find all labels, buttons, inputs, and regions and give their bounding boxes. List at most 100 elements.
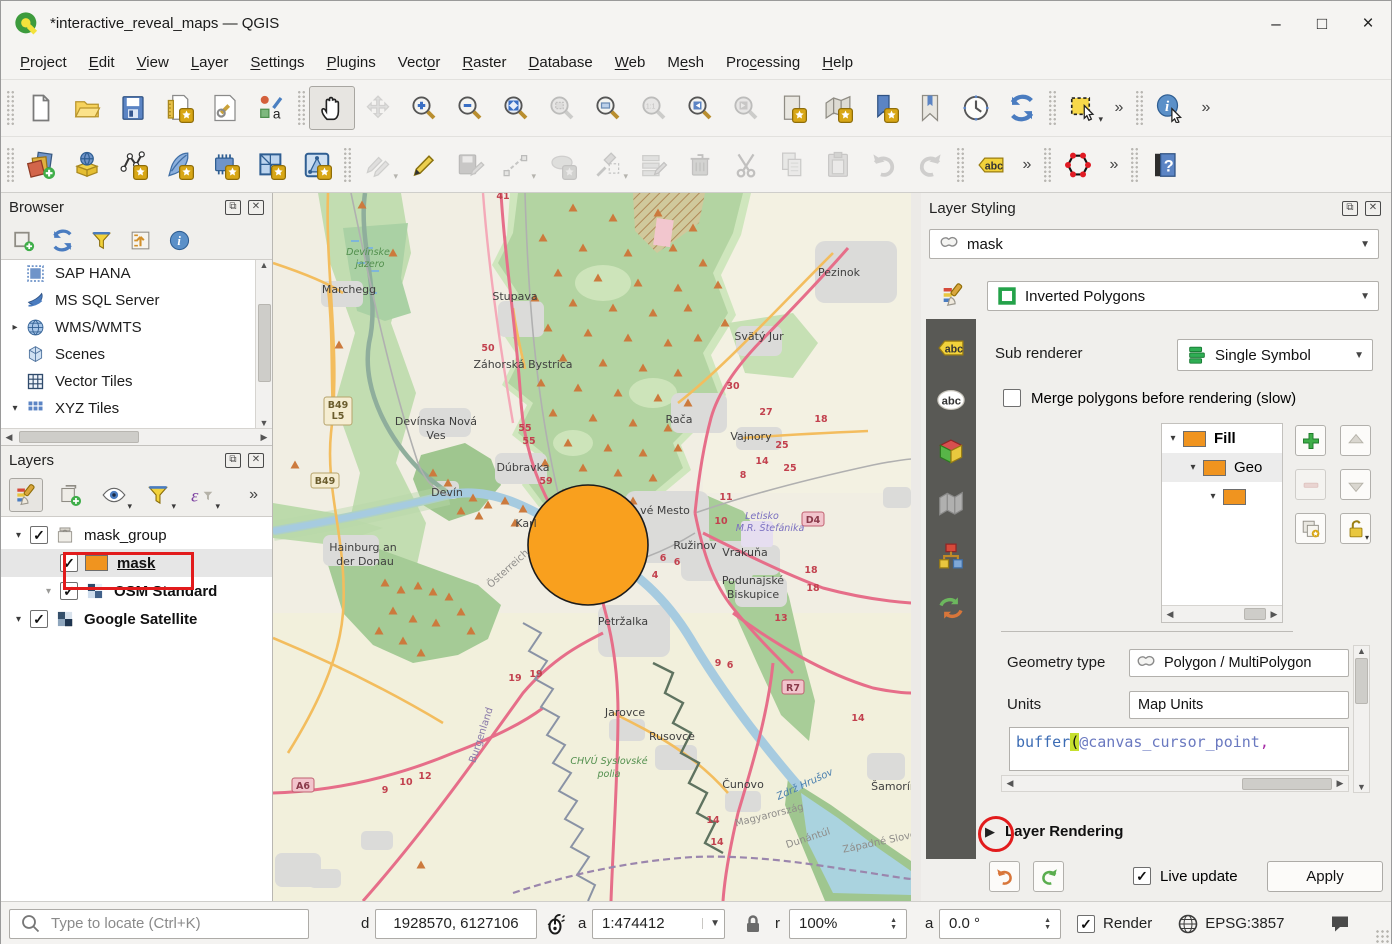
crs-globe-icon[interactable] (1176, 912, 1200, 936)
geometry-type-select[interactable]: Polygon / MultiPolygon (1129, 649, 1349, 677)
extents-tracking-icon[interactable] (544, 912, 568, 936)
layer-item-mask[interactable]: ✓mask (1, 549, 272, 577)
toolbar-overflow-button[interactable]: » (1014, 143, 1040, 187)
identify-features-button[interactable]: i (1147, 86, 1193, 130)
expand-arrow-icon[interactable]: ▶ (985, 824, 995, 840)
tab-style-hierarchy[interactable] (934, 541, 968, 571)
scroll-left-icon[interactable]: ◀ (1002, 778, 1018, 789)
layer-visibility-checkbox[interactable]: ✓ (30, 526, 48, 544)
merge-polygons-checkbox[interactable] (1003, 389, 1021, 407)
new-shapefile-button[interactable] (110, 143, 156, 187)
layers-overflow-button[interactable]: » (249, 486, 264, 504)
expander-icon[interactable]: ▾ (41, 586, 56, 597)
layers-float-icon[interactable]: ⧉ (225, 453, 241, 468)
expander-icon[interactable]: ▾ (1186, 462, 1200, 473)
data-source-manager-button[interactable] (18, 143, 64, 187)
layer-visibility-checkbox[interactable]: ✓ (30, 610, 48, 628)
styling-float-icon[interactable]: ⧉ (1342, 201, 1358, 216)
expander-icon[interactable]: ▸ (7, 322, 23, 333)
manage-themes-button[interactable]: ▾ (97, 478, 131, 512)
map-canvas[interactable]: 4150555559302718252514811106641818139619… (273, 193, 911, 901)
menu-project[interactable]: Project (9, 50, 78, 75)
zoom-next-button[interactable] (723, 86, 769, 130)
refresh-button[interactable] (999, 86, 1045, 130)
symbol-layer-row[interactable]: ▾ (1162, 482, 1282, 511)
expression-editor[interactable]: buffer(@canvas_cursor_point, (1009, 727, 1349, 771)
scroll-up-icon[interactable]: ▲ (256, 260, 272, 270)
scroll-up-icon[interactable]: ▲ (1354, 646, 1370, 656)
move-up-button[interactable] (1340, 425, 1371, 456)
move-feature-button[interactable] (539, 143, 585, 187)
scroll-left-icon[interactable]: ◀ (1, 432, 17, 443)
current-edits-button[interactable]: ▾ (355, 143, 401, 187)
expander-icon[interactable]: ▾ (7, 403, 23, 414)
menu-view[interactable]: View (126, 50, 180, 75)
toolbar-drag-handle[interactable] (1130, 147, 1139, 183)
symbol-layer-row[interactable]: ▾Geo (1162, 453, 1282, 482)
toolbar-overflow-button[interactable]: » (1101, 143, 1127, 187)
new-map-view-button[interactable] (769, 86, 815, 130)
minimize-button[interactable]: – (1253, 1, 1299, 46)
units-select[interactable]: Map Units (1129, 691, 1349, 719)
zoom-layer-button[interactable] (585, 86, 631, 130)
menu-web[interactable]: Web (604, 50, 657, 75)
toggle-editing-button[interactable] (401, 143, 447, 187)
duplicate-symbol-button[interactable] (1295, 513, 1326, 544)
toolbar-overflow-button[interactable]: » (1193, 86, 1219, 130)
browser-item-ms-sql-server[interactable]: MS SQL Server (1, 287, 272, 314)
sub-renderer-select[interactable]: Single Symbol ▼ (1177, 339, 1373, 371)
spinner-arrows[interactable]: ▲▼ (890, 917, 897, 931)
tab-labels[interactable]: abc (934, 333, 968, 363)
menu-edit[interactable]: Edit (78, 50, 126, 75)
toolbar-drag-handle[interactable] (6, 90, 15, 126)
select-features-button[interactable]: ▾ (1060, 86, 1106, 130)
zoom-native-button[interactable]: 1:1 (631, 86, 677, 130)
render-checkbox[interactable]: ✓ (1077, 915, 1095, 933)
symbology-tab-icon[interactable] (939, 281, 967, 309)
browser-item-vector-tiles[interactable]: Vector Tiles (1, 368, 272, 395)
toolbar-drag-handle[interactable] (1135, 90, 1144, 126)
menu-settings[interactable]: Settings (239, 50, 315, 75)
save-edits-button[interactable] (447, 143, 493, 187)
pan-map-button[interactable] (309, 86, 355, 130)
layer-rendering-header[interactable]: ▶ Layer Rendering (985, 823, 1123, 840)
modify-attributes-button[interactable] (631, 143, 677, 187)
close-button[interactable]: × (1345, 1, 1391, 46)
styling-close-icon[interactable]: ✕ (1365, 201, 1381, 216)
layer-visibility-checkbox[interactable]: ✓ (60, 554, 78, 572)
dropdown-arrow-icon[interactable]: ▾ (531, 171, 536, 182)
cut-features-button[interactable] (723, 143, 769, 187)
expander-icon[interactable]: ▾ (1166, 433, 1180, 444)
browser-float-icon[interactable]: ⧉ (225, 200, 241, 215)
zoom-selection-button[interactable] (539, 86, 585, 130)
menu-mesh[interactable]: Mesh (656, 50, 715, 75)
menu-layer[interactable]: Layer (180, 50, 240, 75)
browser-close-icon[interactable]: ✕ (248, 200, 264, 215)
styling-brush-button[interactable] (9, 478, 43, 512)
symbol-tree[interactable]: ▾Fill▾Geo▾ ◀ ▶ (1161, 423, 1283, 623)
zoom-full-button[interactable] (493, 86, 539, 130)
new-3d-map-view-button[interactable] (815, 86, 861, 130)
delete-selected-button[interactable] (677, 143, 723, 187)
style-redo-button[interactable] (1033, 861, 1064, 892)
refresh-browser-icon[interactable] (50, 228, 75, 253)
toolbar-drag-handle[interactable] (956, 147, 965, 183)
resize-grip[interactable] (1375, 929, 1389, 943)
datasource-browser-button[interactable] (64, 143, 110, 187)
menu-raster[interactable]: Raster (451, 50, 517, 75)
messages-bubble-icon[interactable] (1328, 912, 1352, 936)
layer-item-osm-standard[interactable]: ▾✓OSM Standard (1, 577, 272, 605)
tab-history[interactable] (934, 593, 968, 623)
spinner-arrows[interactable]: ▲▼ (1044, 917, 1051, 931)
paste-features-button[interactable] (815, 143, 861, 187)
temporal-controller-button[interactable] (953, 86, 999, 130)
filter-button[interactable]: ▾ (141, 478, 175, 512)
dropdown-arrow-icon[interactable]: ▾ (1098, 114, 1103, 125)
add-feature-button[interactable]: ▾ (493, 143, 539, 187)
open-project-button[interactable] (64, 86, 110, 130)
style-undo-button[interactable] (989, 861, 1020, 892)
expander-icon[interactable]: ▾ (1206, 491, 1220, 502)
undo-button[interactable] (861, 143, 907, 187)
expander-icon[interactable]: ▾ (11, 530, 26, 541)
browser-vscrollbar[interactable]: ▲ ▼ (255, 260, 272, 428)
